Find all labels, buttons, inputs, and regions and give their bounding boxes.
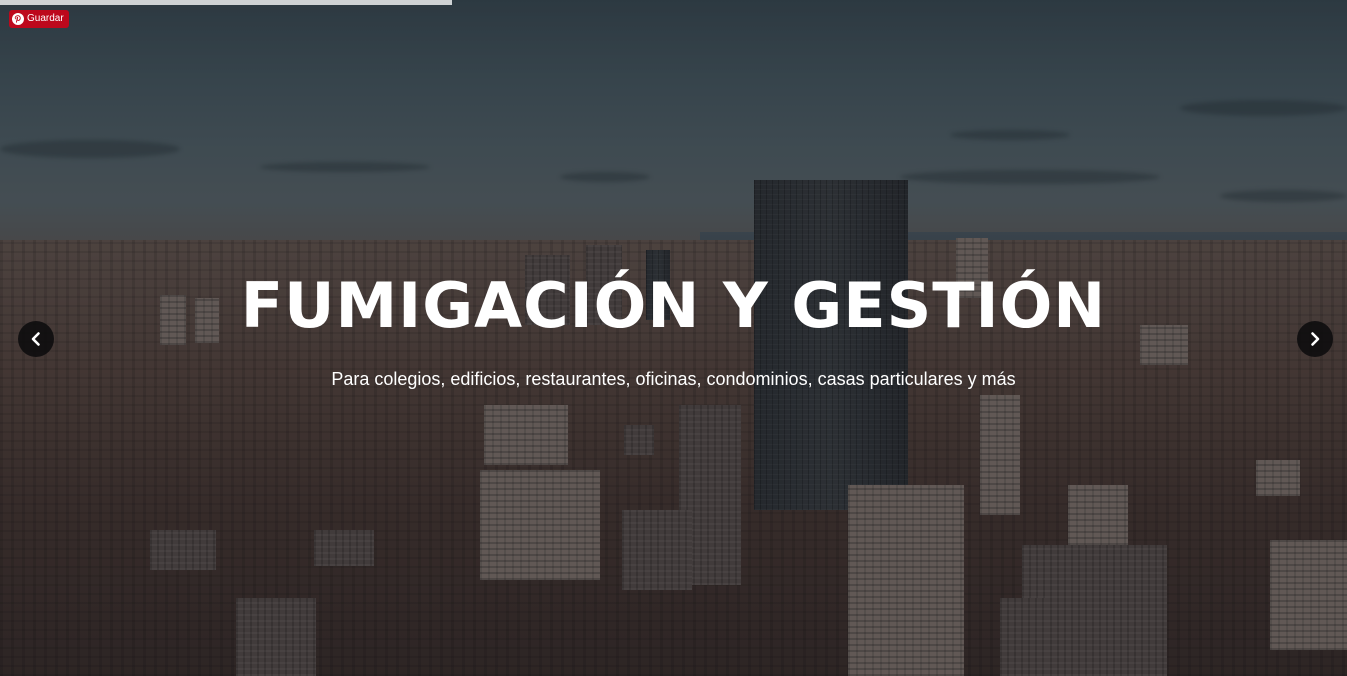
pinterest-icon: [12, 13, 24, 25]
slider-next-button[interactable]: [1297, 321, 1333, 357]
chevron-right-icon: [1311, 332, 1320, 346]
save-label: Guardar: [27, 13, 64, 24]
progress-bar: [0, 0, 452, 5]
slide-subtitle: Para colegios, edificios, restaurantes, …: [331, 369, 1016, 389]
pinterest-save-button[interactable]: Guardar: [9, 10, 69, 28]
hero-slider: Guardar FUMIGACIÓN Y GESTIÓN Para colegi…: [0, 0, 1347, 676]
chevron-left-icon: [31, 332, 40, 346]
slide-title: FUMIGACIÓN Y GESTIÓN: [240, 269, 1107, 342]
slider-prev-button[interactable]: [18, 321, 54, 357]
